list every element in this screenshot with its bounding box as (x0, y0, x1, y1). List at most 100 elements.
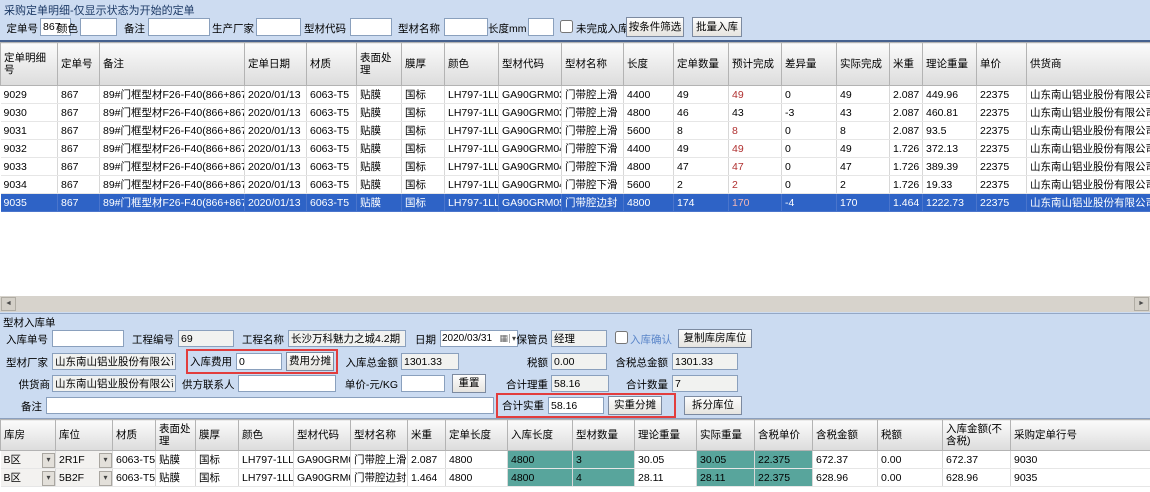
manufacturer-filter-input[interactable] (256, 18, 301, 36)
remark-filter-input[interactable] (148, 18, 210, 36)
column-header[interactable]: 备注 (100, 43, 245, 86)
column-header[interactable]: 膜厚 (196, 420, 239, 451)
table-row[interactable]: 903086789#门框型材F26-F40(866+867)2020/01/13… (1, 104, 1150, 122)
column-header[interactable]: 定单数量 (674, 43, 729, 86)
column-header[interactable]: 定单明细号 (1, 43, 58, 86)
cell: 2020/01/13 (245, 104, 307, 122)
table-row[interactable]: ▾B区▾2R1F6063-T5贴膜国标LH797-1LL0GA90GRM03门带… (1, 451, 1150, 469)
inbound-total-input[interactable] (401, 353, 459, 370)
cell: 国标 (196, 469, 239, 487)
supplier-contact-input[interactable] (238, 375, 336, 392)
factory-input[interactable] (52, 353, 176, 370)
horizontal-scrollbar[interactable]: ◄ ► (0, 296, 1150, 312)
column-header[interactable]: 实际完成 (837, 43, 890, 86)
column-header[interactable]: 入库长度 (508, 420, 573, 451)
column-header[interactable]: 型材代码 (499, 43, 562, 86)
column-header[interactable]: 材质 (113, 420, 156, 451)
keeper-input[interactable] (551, 330, 607, 347)
unit-price-input[interactable] (401, 375, 445, 392)
cell: 门带腔上滑 (562, 122, 624, 140)
table-row[interactable]: 903386789#门框型材F26-F40(866+867)2020/01/13… (1, 158, 1150, 176)
column-header[interactable]: 库房 (1, 420, 56, 451)
table-row[interactable]: 903586789#门框型材F26-F40(866+867)2020/01/13… (1, 194, 1150, 212)
fee-share-button[interactable]: 费用分摊 (286, 352, 334, 371)
profile-name-filter-input[interactable] (444, 18, 488, 36)
column-header[interactable]: 颜色 (239, 420, 294, 451)
table-row[interactable]: 903186789#门框型材F26-F40(866+867)2020/01/13… (1, 122, 1150, 140)
dropdown-arrow-icon[interactable]: ▾ (42, 471, 55, 486)
column-header[interactable]: 预计完成 (729, 43, 782, 86)
supplier-label: 供货商 (8, 377, 50, 392)
column-header[interactable]: 定单长度 (446, 420, 508, 451)
fee-annotation-box: 入库费用 费用分摊 (186, 349, 338, 374)
project-name-input[interactable] (288, 330, 406, 347)
supplier-input[interactable] (52, 375, 176, 392)
total-theory-weight-input[interactable] (551, 375, 609, 392)
column-header[interactable]: 差异量 (782, 43, 837, 86)
column-header[interactable]: 含税金额 (813, 420, 878, 451)
inbound-section-title: 型材入库单 (3, 315, 56, 330)
color-filter-input[interactable] (80, 18, 117, 36)
column-header[interactable]: 膜厚 (402, 43, 445, 86)
split-location-button[interactable]: 拆分库位 (684, 396, 742, 415)
column-header[interactable]: 颜色 (445, 43, 499, 86)
column-header[interactable]: 型材名称 (562, 43, 624, 86)
column-header[interactable]: 理论重量 (635, 420, 697, 451)
total-theory-weight-label: 合计理重 (506, 377, 548, 392)
table-row[interactable]: 902986789#门框型材F26-F40(866+867)2020/01/13… (1, 86, 1150, 104)
cell: LH797-1LL0 (239, 469, 294, 487)
date-input[interactable]: 2020/03/31 ▦ ▾ (440, 330, 518, 347)
calendar-icon[interactable]: ▦ (499, 333, 508, 344)
column-header[interactable]: 单价 (977, 43, 1027, 86)
copy-warehouse-location-button[interactable]: 复制库房库位 (678, 329, 752, 348)
table-row[interactable]: ▾B区▾5B2F6063-T5贴膜国标LH797-1LL0GA90GRM05门带… (1, 469, 1150, 487)
column-header[interactable]: 税额 (878, 420, 943, 451)
column-header[interactable]: 入库金额(不含税) (943, 420, 1011, 451)
column-header[interactable]: 采购定单行号 (1011, 420, 1150, 451)
dropdown-arrow-icon[interactable]: ▾ (99, 471, 112, 486)
column-header[interactable]: 米重 (408, 420, 446, 451)
total-with-tax-input[interactable] (672, 353, 738, 370)
column-header[interactable]: 型材代码 (294, 420, 351, 451)
column-header[interactable]: 型材名称 (351, 420, 408, 451)
column-header[interactable]: 长度 (624, 43, 674, 86)
scroll-left-icon[interactable]: ◄ (1, 297, 16, 311)
actual-weight-share-button[interactable]: 实重分摊 (608, 396, 662, 415)
table-row[interactable]: 903286789#门框型材F26-F40(866+867)2020/01/13… (1, 140, 1150, 158)
total-actual-weight-input[interactable] (548, 397, 604, 414)
dropdown-arrow-icon[interactable]: ▾ (42, 453, 55, 468)
column-header[interactable]: 库位 (56, 420, 113, 451)
column-header[interactable]: 材质 (307, 43, 357, 86)
inbound-confirm-checkbox[interactable] (615, 331, 628, 344)
cell: 2.087 (890, 122, 923, 140)
total-quantity-input[interactable] (672, 375, 738, 392)
column-header[interactable]: 理论重量 (923, 43, 977, 86)
profile-name-filter-label: 型材名称 (398, 21, 440, 36)
column-header[interactable]: 表面处理 (357, 43, 402, 86)
inbound-fee-input[interactable] (236, 353, 282, 370)
column-header[interactable]: 供货商 (1027, 43, 1150, 86)
column-header[interactable]: 定单日期 (245, 43, 307, 86)
filter-by-condition-button[interactable]: 按条件筛选 (626, 17, 684, 37)
column-header[interactable]: 表面处理 (156, 420, 196, 451)
reset-button[interactable]: 重置 (452, 374, 486, 393)
unfinished-checkbox[interactable] (560, 20, 573, 33)
cell: 山东南山铝业股份有限公司 (1027, 122, 1150, 140)
profile-code-filter-input[interactable] (350, 18, 392, 36)
batch-inbound-button[interactable]: 批量入库 (692, 17, 742, 37)
column-header[interactable]: 型材数量 (573, 420, 635, 451)
scroll-right-icon[interactable]: ► (1134, 297, 1149, 311)
receipt-no-input[interactable] (52, 330, 124, 347)
cell: 山东南山铝业股份有限公司 (1027, 86, 1150, 104)
date-label: 日期 (410, 332, 436, 347)
column-header[interactable]: 含税单价 (755, 420, 813, 451)
dropdown-arrow-icon[interactable]: ▾ (99, 453, 112, 468)
project-no-input[interactable] (178, 330, 234, 347)
table-row[interactable]: 903486789#门框型材F26-F40(866+867)2020/01/13… (1, 176, 1150, 194)
tax-input[interactable] (551, 353, 607, 370)
note-input[interactable] (46, 397, 494, 414)
column-header[interactable]: 实际重量 (697, 420, 755, 451)
column-header[interactable]: 定单号 (58, 43, 100, 86)
length-filter-input[interactable] (528, 18, 554, 36)
column-header[interactable]: 米重 (890, 43, 923, 86)
